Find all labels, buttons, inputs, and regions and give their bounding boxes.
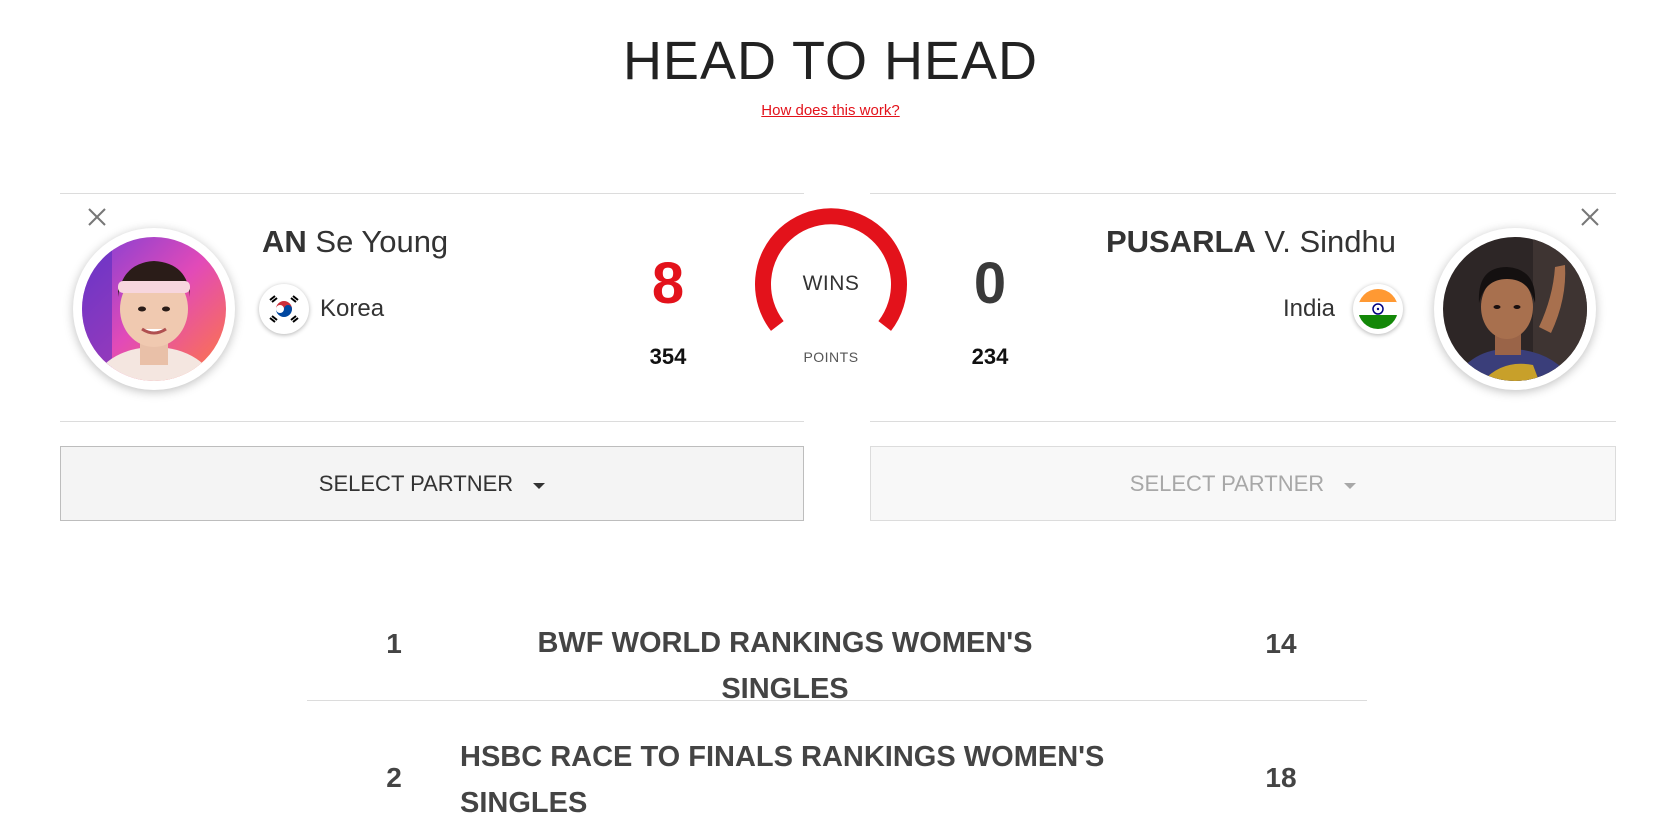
player2-country: India bbox=[1282, 295, 1335, 322]
player2-avatar bbox=[1434, 228, 1596, 390]
ranking-row: 1 BWF WORLD RANKINGS WOMEN'S SINGLES 14 bbox=[305, 620, 1355, 705]
player1-country: Korea bbox=[320, 295, 385, 322]
player1-avatar bbox=[73, 228, 235, 390]
caret-down-icon bbox=[1344, 482, 1357, 489]
player2-points: 234 bbox=[971, 344, 1009, 369]
how-does-this-work-link[interactable]: How does this work? bbox=[0, 102, 1661, 119]
select-partner-label: SELECT PARTNER bbox=[318, 470, 514, 496]
ranking-name: BWF WORLD RANKINGS WOMEN'S SINGLES bbox=[505, 620, 1065, 712]
close-icon[interactable] bbox=[86, 206, 108, 228]
player2-wins: 0 bbox=[973, 251, 1007, 316]
ranking-name-line: HSBC RACE TO FINALS RANKINGS WOMEN'S bbox=[460, 741, 1105, 773]
divider bbox=[60, 193, 804, 194]
ranking-row: 2 HSBC RACE TO FINALS RANKINGS WOMEN'S S… bbox=[305, 732, 1355, 832]
divider bbox=[307, 700, 1367, 701]
player2-name: PUSARLA V. Sindhu bbox=[1106, 224, 1396, 260]
divider bbox=[870, 193, 1616, 194]
select-partner-label: SELECT PARTNER bbox=[1129, 470, 1325, 496]
player1-given-name: Se Young bbox=[315, 224, 449, 259]
player2-rank: 14 bbox=[1265, 628, 1297, 659]
divider bbox=[60, 421, 804, 422]
player1-wins: 8 bbox=[651, 251, 685, 316]
wins-label: WINS bbox=[802, 272, 860, 295]
ranking-name-line: BWF WORLD RANKINGS WOMEN'S SINGLES bbox=[537, 627, 1033, 705]
player2-rank: 18 bbox=[1265, 762, 1297, 793]
points-label: POINTS bbox=[803, 349, 859, 365]
ranking-name-line: SINGLES bbox=[460, 787, 588, 819]
player1-rank: 1 bbox=[386, 628, 402, 659]
divider bbox=[870, 421, 1616, 422]
player2-select-partner[interactable]: SELECT PARTNER bbox=[870, 446, 1616, 521]
player1-rank: 2 bbox=[386, 762, 402, 793]
player1-name: AN Se Young bbox=[262, 224, 448, 260]
player1-surname: AN bbox=[262, 224, 307, 259]
player2-given-name: V. Sindhu bbox=[1264, 224, 1396, 259]
player1-points: 354 bbox=[649, 344, 687, 369]
player1-select-partner[interactable]: SELECT PARTNER bbox=[60, 446, 804, 521]
player2-surname: PUSARLA bbox=[1105, 224, 1256, 259]
caret-down-icon bbox=[533, 482, 546, 489]
page-title: HEAD TO HEAD bbox=[622, 31, 1039, 91]
india-flag-icon bbox=[1353, 284, 1403, 334]
korea-flag-icon bbox=[259, 284, 309, 334]
close-icon[interactable] bbox=[1579, 206, 1601, 228]
ranking-name: HSBC RACE TO FINALS RANKINGS WOMEN'S SIN… bbox=[460, 734, 1160, 826]
